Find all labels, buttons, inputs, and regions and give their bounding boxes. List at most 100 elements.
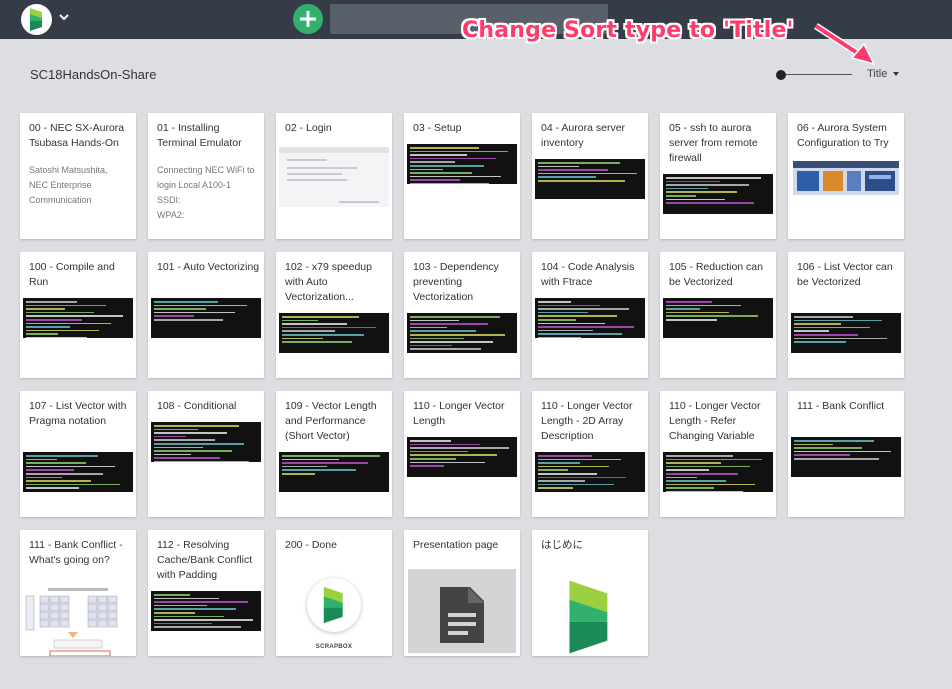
chevron-down-icon xyxy=(893,72,900,77)
terminal-screenshot-thumbnail xyxy=(279,452,389,492)
page-card[interactable]: 01 - Installing Terminal Emulator Connect… xyxy=(148,113,264,239)
sort-type-label: Title xyxy=(867,68,888,80)
terminal-screenshot-thumbnail xyxy=(535,452,645,492)
page-card[interactable]: 106 - List Vector can be Vectorized xyxy=(788,252,904,378)
terminal-screenshot-thumbnail xyxy=(23,452,133,492)
page-card[interactable]: 110 - Longer Vector Length - 2D Array De… xyxy=(532,391,648,517)
page-card[interactable]: Presentation page xyxy=(404,530,520,656)
description-line: Communication xyxy=(29,195,92,205)
system-diagram-thumbnail xyxy=(793,161,899,195)
login-screenshot-thumbnail xyxy=(279,147,389,207)
page-card[interactable]: 00 - NEC SX-Aurora Tsubasa Hands-On Satos… xyxy=(20,113,136,239)
page-card-title: 02 - Login xyxy=(285,122,332,134)
page-card-title: 103 - Dependency preventing Vectorizatio… xyxy=(413,261,499,303)
page-card[interactable]: 109 - Vector Length and Performance (Sho… xyxy=(276,391,392,517)
page-card[interactable]: 102 - x79 speedup with Auto Vectorizatio… xyxy=(276,252,392,378)
page-card[interactable]: 112 - Resolving Cache/Bank Conflict with… xyxy=(148,530,264,656)
terminal-screenshot-thumbnail xyxy=(23,298,133,338)
bank-conflict-diagram-thumbnail xyxy=(24,586,132,656)
page-card[interactable]: 111 - Bank Conflict - What's going on? xyxy=(20,530,136,656)
page-card-description: Satoshi Matsushita, NEC Enterprise Communi… xyxy=(29,163,133,208)
page-card[interactable]: 105 - Reduction can be Vectorized xyxy=(660,252,776,378)
page-card-title: 03 - Setup xyxy=(413,122,462,134)
terminal-screenshot-thumbnail xyxy=(663,452,773,492)
terminal-screenshot-thumbnail xyxy=(407,144,517,184)
page-card[interactable]: はじめに xyxy=(532,530,648,656)
sort-type-dropdown[interactable]: Title xyxy=(867,68,900,80)
page-card[interactable]: 104 - Code Analysis with Ftrace xyxy=(532,252,648,378)
description-line: SSDI: xyxy=(157,195,181,205)
page-card-title: 102 - x79 speedup with Auto Vectorizatio… xyxy=(285,261,372,303)
page-card-title: 111 - Bank Conflict - What's going on? xyxy=(29,539,123,566)
terminal-screenshot-thumbnail xyxy=(151,298,261,338)
project-title: SC18HandsOn-Share xyxy=(30,67,157,82)
page-card-title: 105 - Reduction can be Vectorized xyxy=(669,261,763,288)
terminal-screenshot-thumbnail xyxy=(151,591,261,631)
terminal-screenshot-thumbnail xyxy=(791,437,901,477)
page-card-title: 04 - Aurora server inventory xyxy=(541,122,626,149)
page-card[interactable]: 03 - Setup xyxy=(404,113,520,239)
page-card-title: 111 - Bank Conflict xyxy=(797,400,885,412)
arrow-icon xyxy=(814,23,876,66)
page-card-title: 107 - List Vector with Pragma notation xyxy=(29,400,127,427)
page-card[interactable]: 110 - Longer Vector Length - Refer Chang… xyxy=(660,391,776,517)
slider-track xyxy=(780,74,852,75)
page-card[interactable]: 107 - List Vector with Pragma notation xyxy=(20,391,136,517)
page-card-title: Presentation page xyxy=(413,539,499,551)
page-card-title: 106 - List Vector can be Vectorized xyxy=(797,261,893,288)
page-card[interactable]: 200 - Done SCRAPBOX xyxy=(276,530,392,656)
terminal-screenshot-thumbnail xyxy=(535,159,645,199)
page-card-title: 110 - Longer Vector Length xyxy=(413,400,505,427)
page-card-title: 00 - NEC SX-Aurora Tsubasa Hands-On xyxy=(29,122,125,149)
page-card-title: 108 - Conditional xyxy=(157,400,237,412)
page-card-title: はじめに xyxy=(541,539,583,551)
page-card[interactable]: 100 - Compile and Run xyxy=(20,252,136,378)
description-line: WPA2: xyxy=(157,210,185,220)
document-icon xyxy=(440,587,484,643)
page-card-title: 01 - Installing Terminal Emulator xyxy=(157,122,242,149)
description-line: Satoshi Matsushita, xyxy=(29,165,108,175)
page-card-title: 109 - Vector Length and Performance (Sho… xyxy=(285,400,377,442)
scrapbox-logo-icon xyxy=(307,578,361,632)
page-card[interactable]: 101 - Auto Vectorizing xyxy=(148,252,264,378)
page-card-title: 06 - Aurora System Configuration to Try xyxy=(797,122,889,149)
terminal-screenshot-thumbnail xyxy=(151,422,261,462)
page-card[interactable]: 05 - ssh to aurora server from remote fi… xyxy=(660,113,776,239)
description-line: Connecting NEC WiFi to xyxy=(157,165,255,175)
document-thumbnail xyxy=(408,569,516,653)
terminal-screenshot-thumbnail xyxy=(407,437,517,477)
scrapbox-logo-icon[interactable] xyxy=(21,4,52,35)
page-card-title: 110 - Longer Vector Length - 2D Array De… xyxy=(541,400,633,442)
terminal-screenshot-thumbnail xyxy=(663,298,773,338)
page-card-description: Connecting NEC WiFi to login Local A100-1… xyxy=(157,163,261,223)
chevron-down-icon[interactable] xyxy=(57,10,71,24)
terminal-screenshot-thumbnail xyxy=(535,298,645,338)
page-card[interactable]: 04 - Aurora server inventory xyxy=(532,113,648,239)
description-line: login Local A100-1 xyxy=(157,180,232,190)
page-card-title: 100 - Compile and Run xyxy=(29,261,115,288)
slider-handle[interactable] xyxy=(776,70,786,80)
terminal-screenshot-thumbnail xyxy=(279,313,389,353)
add-page-button[interactable] xyxy=(293,4,323,34)
page-card-title: 110 - Longer Vector Length - Refer Chang… xyxy=(669,400,761,442)
terminal-screenshot-thumbnail xyxy=(791,313,901,353)
page-card-title: 104 - Code Analysis with Ftrace xyxy=(541,261,635,288)
thumbnail-size-slider[interactable] xyxy=(776,68,854,82)
scrapbox-logo-icon xyxy=(560,580,620,656)
tutorial-annotation: Change Sort type to 'Title' xyxy=(462,18,794,43)
plus-icon xyxy=(300,11,316,27)
page-card[interactable]: 110 - Longer Vector Length xyxy=(404,391,520,517)
page-card[interactable]: 103 - Dependency preventing Vectorizatio… xyxy=(404,252,520,378)
logo-caption: SCRAPBOX xyxy=(315,644,353,650)
terminal-screenshot-thumbnail xyxy=(663,174,773,214)
page-card[interactable]: 108 - Conditional xyxy=(148,391,264,517)
terminal-screenshot-thumbnail xyxy=(407,313,517,353)
page-card-title: 200 - Done xyxy=(285,539,337,551)
description-line: NEC Enterprise xyxy=(29,180,92,190)
page-card-title: 112 - Resolving Cache/Bank Conflict with… xyxy=(157,539,253,581)
page-card-title: 101 - Auto Vectorizing xyxy=(157,261,260,273)
page-card-title: 05 - ssh to aurora server from remote fi… xyxy=(669,122,758,164)
page-card[interactable]: 06 - Aurora System Configuration to Try xyxy=(788,113,904,239)
page-card[interactable]: 02 - Login xyxy=(276,113,392,239)
page-card[interactable]: 111 - Bank Conflict xyxy=(788,391,904,517)
